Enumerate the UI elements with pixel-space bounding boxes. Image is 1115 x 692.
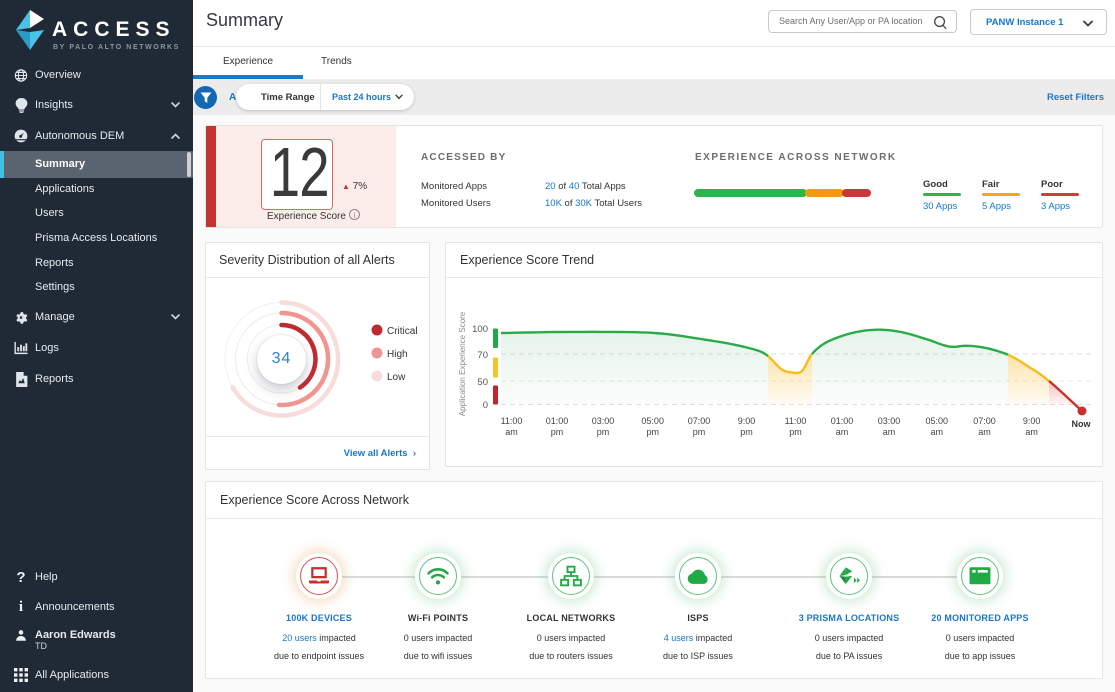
svg-text:Now: Now — [1072, 419, 1092, 429]
svg-text:9:00: 9:00 — [738, 416, 756, 426]
svg-text:70: 70 — [477, 350, 488, 361]
svg-text:100: 100 — [472, 324, 488, 335]
svg-text:High: High — [387, 349, 408, 360]
svg-text:Critical: Critical — [387, 326, 418, 337]
svg-text:pm: pm — [646, 427, 659, 437]
svg-text:am: am — [836, 427, 849, 437]
svg-text:pm: pm — [597, 427, 610, 437]
svg-text:am: am — [883, 427, 896, 437]
svg-text:9:00: 9:00 — [1023, 416, 1041, 426]
svg-text:Application Experience Score: Application Experience Score — [458, 311, 467, 416]
svg-text:0: 0 — [483, 400, 488, 411]
svg-text:11:00: 11:00 — [501, 416, 523, 426]
svg-text:03:00: 03:00 — [878, 416, 901, 426]
svg-text:07:00: 07:00 — [973, 416, 996, 426]
svg-text:Low: Low — [387, 372, 406, 383]
svg-text:03:00: 03:00 — [592, 416, 615, 426]
svg-text:pm: pm — [693, 427, 706, 437]
svg-text:07:00: 07:00 — [688, 416, 711, 426]
svg-text:am: am — [978, 427, 991, 437]
svg-text:50: 50 — [477, 377, 488, 388]
svg-text:pm: pm — [551, 427, 564, 437]
svg-text:pm: pm — [789, 427, 802, 437]
svg-text:01:00: 01:00 — [546, 416, 569, 426]
svg-text:am: am — [1025, 427, 1038, 437]
svg-text:05:00: 05:00 — [926, 416, 949, 426]
svg-text:pm: pm — [740, 427, 753, 437]
svg-text:05:00: 05:00 — [641, 416, 664, 426]
svg-text:ACCESS: ACCESS — [52, 18, 176, 41]
svg-text:BY PALO ALTO NETWORKS: BY PALO ALTO NETWORKS — [53, 44, 180, 51]
svg-text:am: am — [505, 427, 518, 437]
svg-text:01:00: 01:00 — [831, 416, 854, 426]
svg-text:11:00: 11:00 — [785, 416, 807, 426]
svg-text:am: am — [931, 427, 944, 437]
